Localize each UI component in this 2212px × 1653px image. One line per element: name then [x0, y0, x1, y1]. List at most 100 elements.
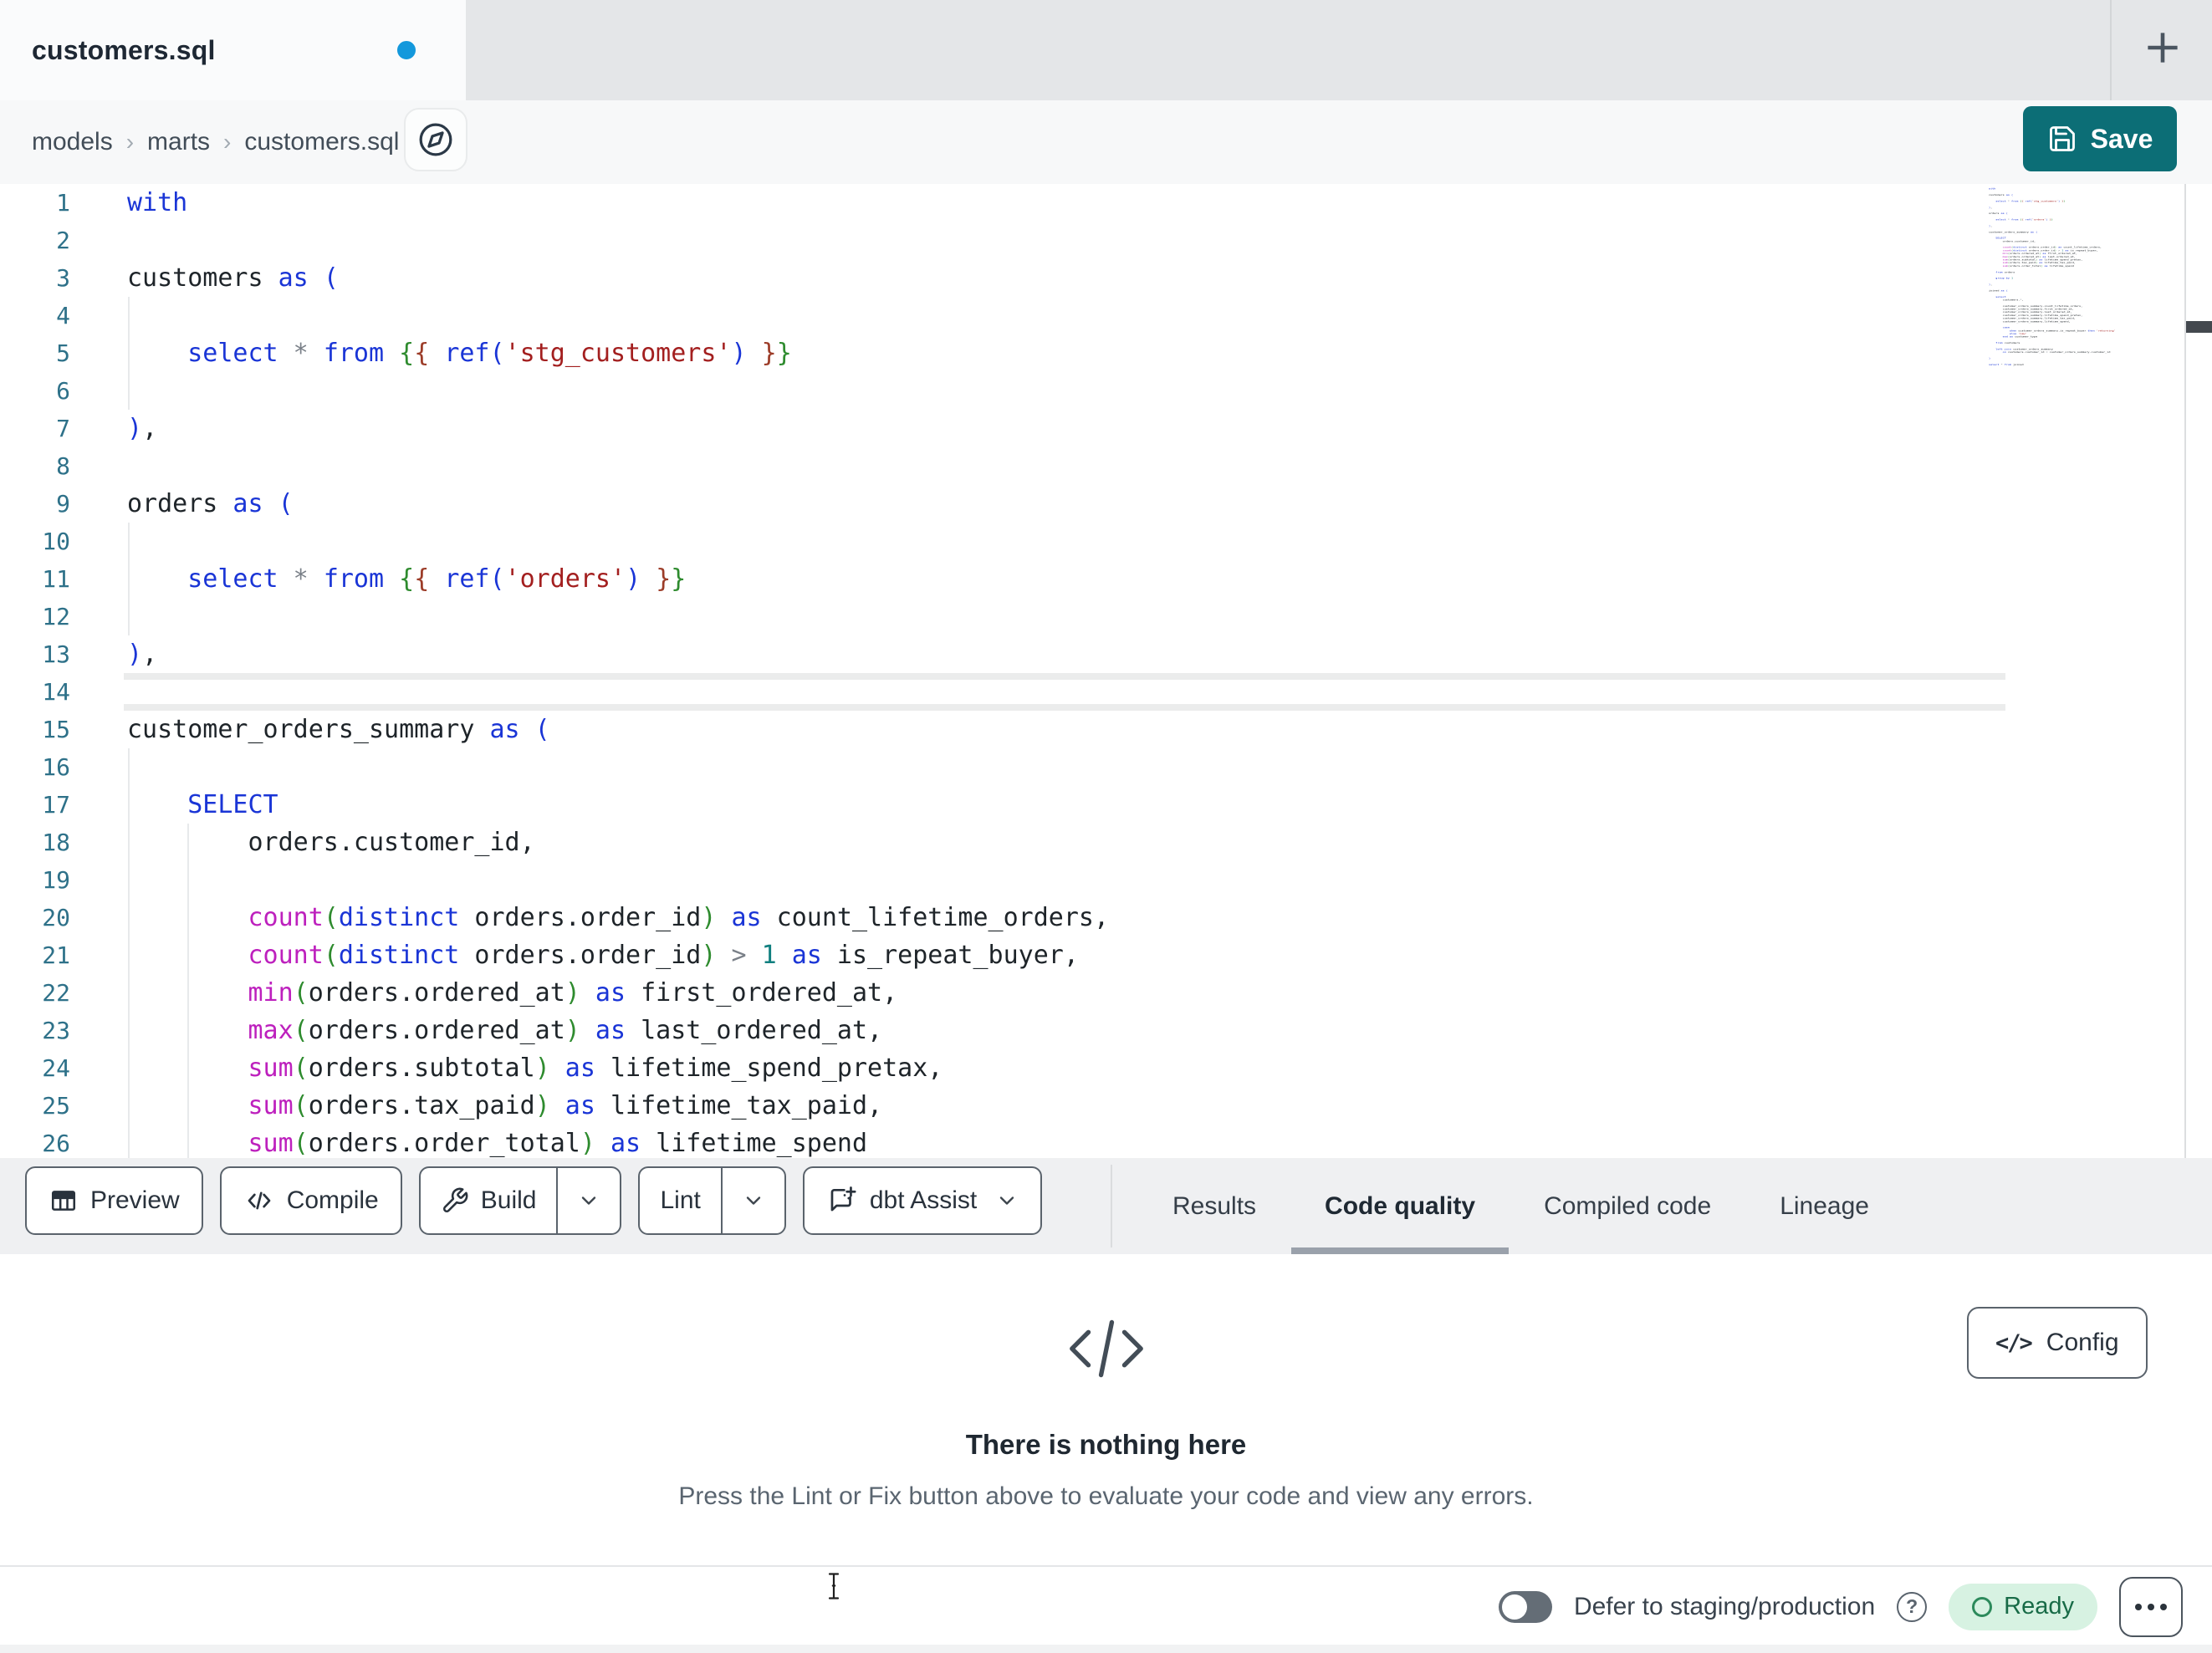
tab-bar-divider	[2110, 0, 2112, 100]
lint-button[interactable]: Lint	[640, 1168, 720, 1233]
editor-tab-bar: customers.sql	[0, 0, 2212, 100]
code-line[interactable]: customer_orders_summary as (	[127, 711, 1109, 748]
code-line[interactable]	[127, 861, 1109, 899]
line-number: 16	[42, 753, 70, 781]
code-line[interactable]: select * from {{ ref('orders') }}	[127, 560, 1109, 598]
code-line[interactable]: customers as (	[127, 259, 1109, 297]
line-number: 24	[42, 1054, 70, 1082]
breadcrumb-item-customers-sql[interactable]: customers.sql	[244, 128, 399, 156]
breadcrumb-item-marts[interactable]: marts	[147, 128, 210, 156]
tab-results[interactable]: Results	[1172, 1158, 1256, 1254]
line-number: 6	[56, 377, 70, 405]
empty-state-subtitle: Press the Lint or Fix button above to ev…	[678, 1482, 1534, 1510]
line-number: 7	[56, 415, 70, 442]
line-number-gutter: 1 2 3 4 5 6 7 8 9 10 11 12 13 14 15 16 17 18 19 20 21 22 23 24 2…	[0, 184, 70, 1158]
toolbar-divider	[1111, 1165, 1112, 1247]
code-line[interactable]	[127, 222, 1109, 259]
code-line[interactable]: sum(orders.tax_paid) as lifetime_tax_pai…	[127, 1087, 1109, 1125]
defer-label: Defer to staging/production	[1573, 1592, 1876, 1620]
action-toolbar: Preview Compile Build Lint dbt Assist Re…	[0, 1158, 2212, 1254]
ready-label: Ready	[2004, 1593, 2074, 1620]
new-tab-button[interactable]	[2136, 21, 2189, 74]
help-icon[interactable]: ?	[1897, 1591, 1928, 1622]
line-number: 1	[56, 189, 70, 217]
file-tab-customers-sql[interactable]: customers.sql	[0, 0, 466, 100]
line-number: 13	[42, 640, 70, 668]
code-line[interactable]: sum(orders.subtotal) as lifetime_spend_p…	[127, 1049, 1109, 1087]
code-line[interactable]: ),	[127, 635, 1109, 673]
code-line[interactable]	[127, 297, 1109, 334]
indent-guide	[128, 297, 130, 410]
code-line[interactable]: ),	[127, 410, 1109, 447]
chevron-down-icon	[582, 1196, 596, 1205]
dbt-assist-button[interactable]: dbt Assist	[802, 1166, 1043, 1235]
right-panel-resize-handle[interactable]	[2186, 321, 2212, 333]
lint-split-button: Lint	[638, 1166, 786, 1235]
config-button[interactable]: </> Config	[1967, 1307, 2148, 1379]
line-number: 5	[56, 339, 70, 367]
line-number: 25	[42, 1092, 70, 1120]
chevron-down-icon	[1000, 1196, 1014, 1205]
save-button[interactable]: Save	[2023, 106, 2177, 171]
code-line[interactable]: orders.customer_id,	[127, 824, 1109, 861]
line-number: 3	[56, 264, 70, 292]
code-line[interactable]: select * from {{ ref('stg_customers') }}	[127, 334, 1109, 372]
code-line[interactable]: count(distinct orders.order_id) > 1 as i…	[127, 936, 1109, 974]
line-number: 10	[42, 528, 70, 555]
more-options-button[interactable]	[2119, 1576, 2183, 1637]
code-line[interactable]: min(orders.ordered_at) as first_ordered_…	[127, 974, 1109, 1012]
tab-compiled-code[interactable]: Compiled code	[1544, 1158, 1711, 1254]
breadcrumb-item-models[interactable]: models	[32, 128, 113, 156]
save-icon	[2049, 126, 2075, 151]
code-line[interactable]: sum(orders.order_total) as lifetime_spen…	[127, 1125, 1109, 1158]
code-line[interactable]: on customers.customer_id = customer_orde…	[1989, 351, 2116, 355]
code-line[interactable]: select * from joined	[1989, 363, 2116, 366]
line-number: 26	[42, 1130, 70, 1157]
dbt-assist-label: dbt Assist	[869, 1186, 978, 1214]
defer-toggle[interactable]	[1498, 1590, 1552, 1623]
code-line[interactable]: with	[127, 184, 1109, 222]
code-editor[interactable]: 1 2 3 4 5 6 7 8 9 10 11 12 13 14 15 16 17 18 19 20 21 22 23 24 2…	[0, 184, 2212, 1158]
line-number: 15	[42, 716, 70, 743]
line-number: 8	[56, 452, 70, 480]
code-quality-panel: There is nothing here Press the Lint or …	[0, 1254, 2212, 1565]
line-number: 11	[42, 565, 70, 593]
code-line[interactable]	[127, 447, 1109, 485]
line-number: 21	[42, 941, 70, 969]
code-line[interactable]: SELECT	[127, 786, 1109, 824]
code-line[interactable]: orders as (	[127, 485, 1109, 523]
tab-code-quality[interactable]: Code quality	[1291, 1158, 1510, 1254]
code-line[interactable]	[127, 598, 1109, 635]
compile-button[interactable]: Compile	[219, 1166, 402, 1235]
build-dropdown-button[interactable]	[556, 1168, 620, 1233]
preview-button[interactable]: Preview	[25, 1166, 203, 1235]
line-number: 4	[56, 302, 70, 329]
lint-dropdown-button[interactable]	[720, 1168, 784, 1233]
compass-icon	[419, 123, 452, 156]
minimap[interactable]: with customers as ( select * from {{ ref(…	[1989, 187, 2116, 366]
code-line[interactable]	[127, 748, 1109, 786]
code-content[interactable]: with customers as ( select * from {{ ref(…	[127, 184, 1109, 1158]
explore-lineage-button[interactable]	[404, 108, 467, 171]
lint-label: Lint	[660, 1186, 701, 1214]
toggle-knob	[1501, 1594, 1527, 1620]
code-line[interactable]	[127, 673, 1109, 711]
empty-state: There is nothing here Press the Lint or …	[0, 1313, 2212, 1511]
plus-icon	[2148, 33, 2178, 63]
breadcrumb-separator: ›	[223, 129, 232, 155]
indent-guide	[128, 748, 130, 1158]
tab-lineage[interactable]: Lineage	[1780, 1158, 1869, 1254]
build-button[interactable]: Build	[421, 1168, 557, 1233]
config-label: Config	[2046, 1329, 2119, 1356]
line-number: 23	[42, 1017, 70, 1044]
results-tab-strip: Results Code quality Compiled code Lineage	[1172, 1158, 1869, 1254]
line-number: 2	[56, 227, 70, 254]
indent-guide	[128, 523, 130, 635]
build-label: Build	[480, 1186, 537, 1214]
code-line[interactable]: max(orders.ordered_at) as last_ordered_a…	[127, 1012, 1109, 1049]
code-line[interactable]	[127, 523, 1109, 560]
code-line[interactable]: count(distinct orders.order_id) as count…	[127, 899, 1110, 936]
line-number: 18	[42, 829, 70, 856]
code-line[interactable]	[127, 372, 1109, 410]
build-split-button: Build	[418, 1166, 622, 1235]
